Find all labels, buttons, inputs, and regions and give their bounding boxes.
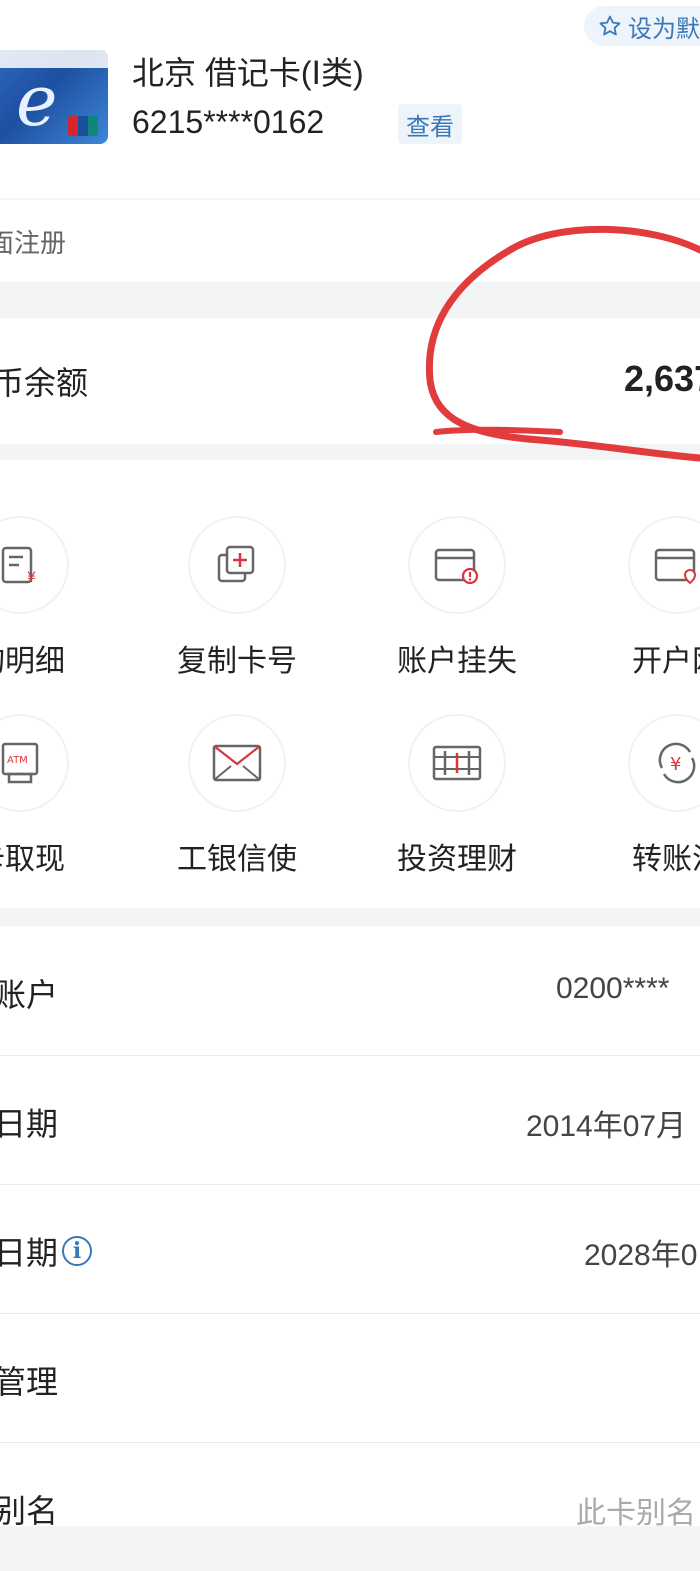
card-header: 设为默 e 北京 借记卡(Ⅰ类) 6215****0162 查看 (0, 0, 700, 198)
detail-row-expiry-date: 日期 i 2028年0 (0, 1184, 700, 1314)
detail-key: 日期 i (0, 1228, 93, 1274)
action-icon-circle: ATM (0, 714, 69, 812)
detail-value: 2028年0 (584, 1239, 698, 1272)
action-branch[interactable]: 开户网 (597, 516, 700, 680)
action-grid: ¥ 询明细 复制卡号 账户挂失 (0, 460, 700, 908)
registration-row[interactable]: 面注册 (0, 200, 700, 282)
card-name: 北京 借记卡(Ⅰ类) (132, 55, 364, 91)
unionpay-logo (68, 116, 98, 136)
action-label: 投资理财 (397, 843, 517, 876)
action-label: 工银信使 (177, 843, 297, 876)
copy-icon (217, 545, 255, 583)
abacus-icon (432, 745, 482, 781)
action-statement[interactable]: ¥ 询明细 (0, 516, 100, 680)
action-label: 卡取现 (0, 843, 65, 876)
detail-row-management[interactable]: 管理 (0, 1313, 700, 1443)
info-icon[interactable]: i (62, 1236, 93, 1266)
svg-text:¥: ¥ (27, 570, 36, 586)
action-label: 询明细 (0, 645, 65, 678)
action-icon-circle (408, 516, 506, 614)
svg-text:¥: ¥ (670, 754, 681, 775)
action-label: 转账汇 (632, 843, 700, 876)
action-report-loss[interactable]: 账户挂失 (377, 516, 537, 680)
action-transfer[interactable]: ¥ 转账汇 (597, 714, 700, 878)
transfer-yen-icon: ¥ (658, 742, 696, 784)
card-number: 6215****0162 (132, 104, 325, 140)
balance-amount: 2,637 (624, 358, 700, 399)
action-label: 账户挂失 (397, 645, 517, 678)
detail-key: 别名 (0, 1493, 59, 1529)
action-messenger[interactable]: 工银信使 (157, 714, 317, 878)
detail-value: 0200**** (556, 972, 670, 1005)
bank-card-image: e (0, 50, 108, 144)
action-label: 复制卡号 (177, 645, 297, 678)
detail-key: 账户 (0, 977, 59, 1013)
set-default-button[interactable]: 设为默 (584, 6, 700, 46)
action-icon-circle (408, 714, 506, 812)
envelope-icon (212, 744, 262, 782)
view-card-button[interactable]: 查看 (398, 104, 462, 144)
action-icon-circle (628, 516, 700, 614)
balance-row: 币余额 2,637 (0, 318, 700, 444)
detail-key: 日期 (0, 1106, 59, 1142)
action-icon-circle (188, 714, 286, 812)
detail-list: 账户 0200**** 日期 2014年07月 日期 i 2028年0 管理 别… (0, 926, 700, 1530)
svg-text:ATM: ATM (7, 755, 28, 766)
action-copy-card-number[interactable]: 复制卡号 (157, 516, 317, 680)
detail-row-account: 账户 0200**** (0, 926, 700, 1056)
statement-icon: ¥ (1, 546, 36, 586)
alias-input[interactable]: 此卡别名 (576, 1488, 696, 1532)
card-e-logo: e (16, 60, 58, 142)
detail-key: 管理 (0, 1364, 59, 1400)
detail-value: 2014年07月 (526, 1110, 687, 1143)
detail-key-text: 日期 (0, 1235, 59, 1271)
action-investment[interactable]: 投资理财 (377, 714, 537, 878)
registration-label: 面注册 (0, 227, 67, 258)
action-icon-circle (188, 516, 286, 614)
card-alert-icon (434, 548, 479, 585)
star-icon (599, 15, 621, 36)
action-label: 开户网 (632, 645, 700, 678)
card-location-icon (654, 548, 697, 585)
balance-label: 币余额 (0, 365, 89, 401)
action-atm-withdraw[interactable]: ATM 卡取现 (0, 714, 100, 878)
set-default-label: 设为默 (628, 15, 700, 43)
atm-icon: ATM (1, 742, 39, 784)
action-icon-circle: ¥ (0, 516, 69, 614)
detail-row-alias[interactable]: 别名 此卡别名 (0, 1442, 700, 1571)
action-icon-circle: ¥ (628, 714, 700, 812)
detail-row-open-date: 日期 2014年07月 (0, 1055, 700, 1185)
